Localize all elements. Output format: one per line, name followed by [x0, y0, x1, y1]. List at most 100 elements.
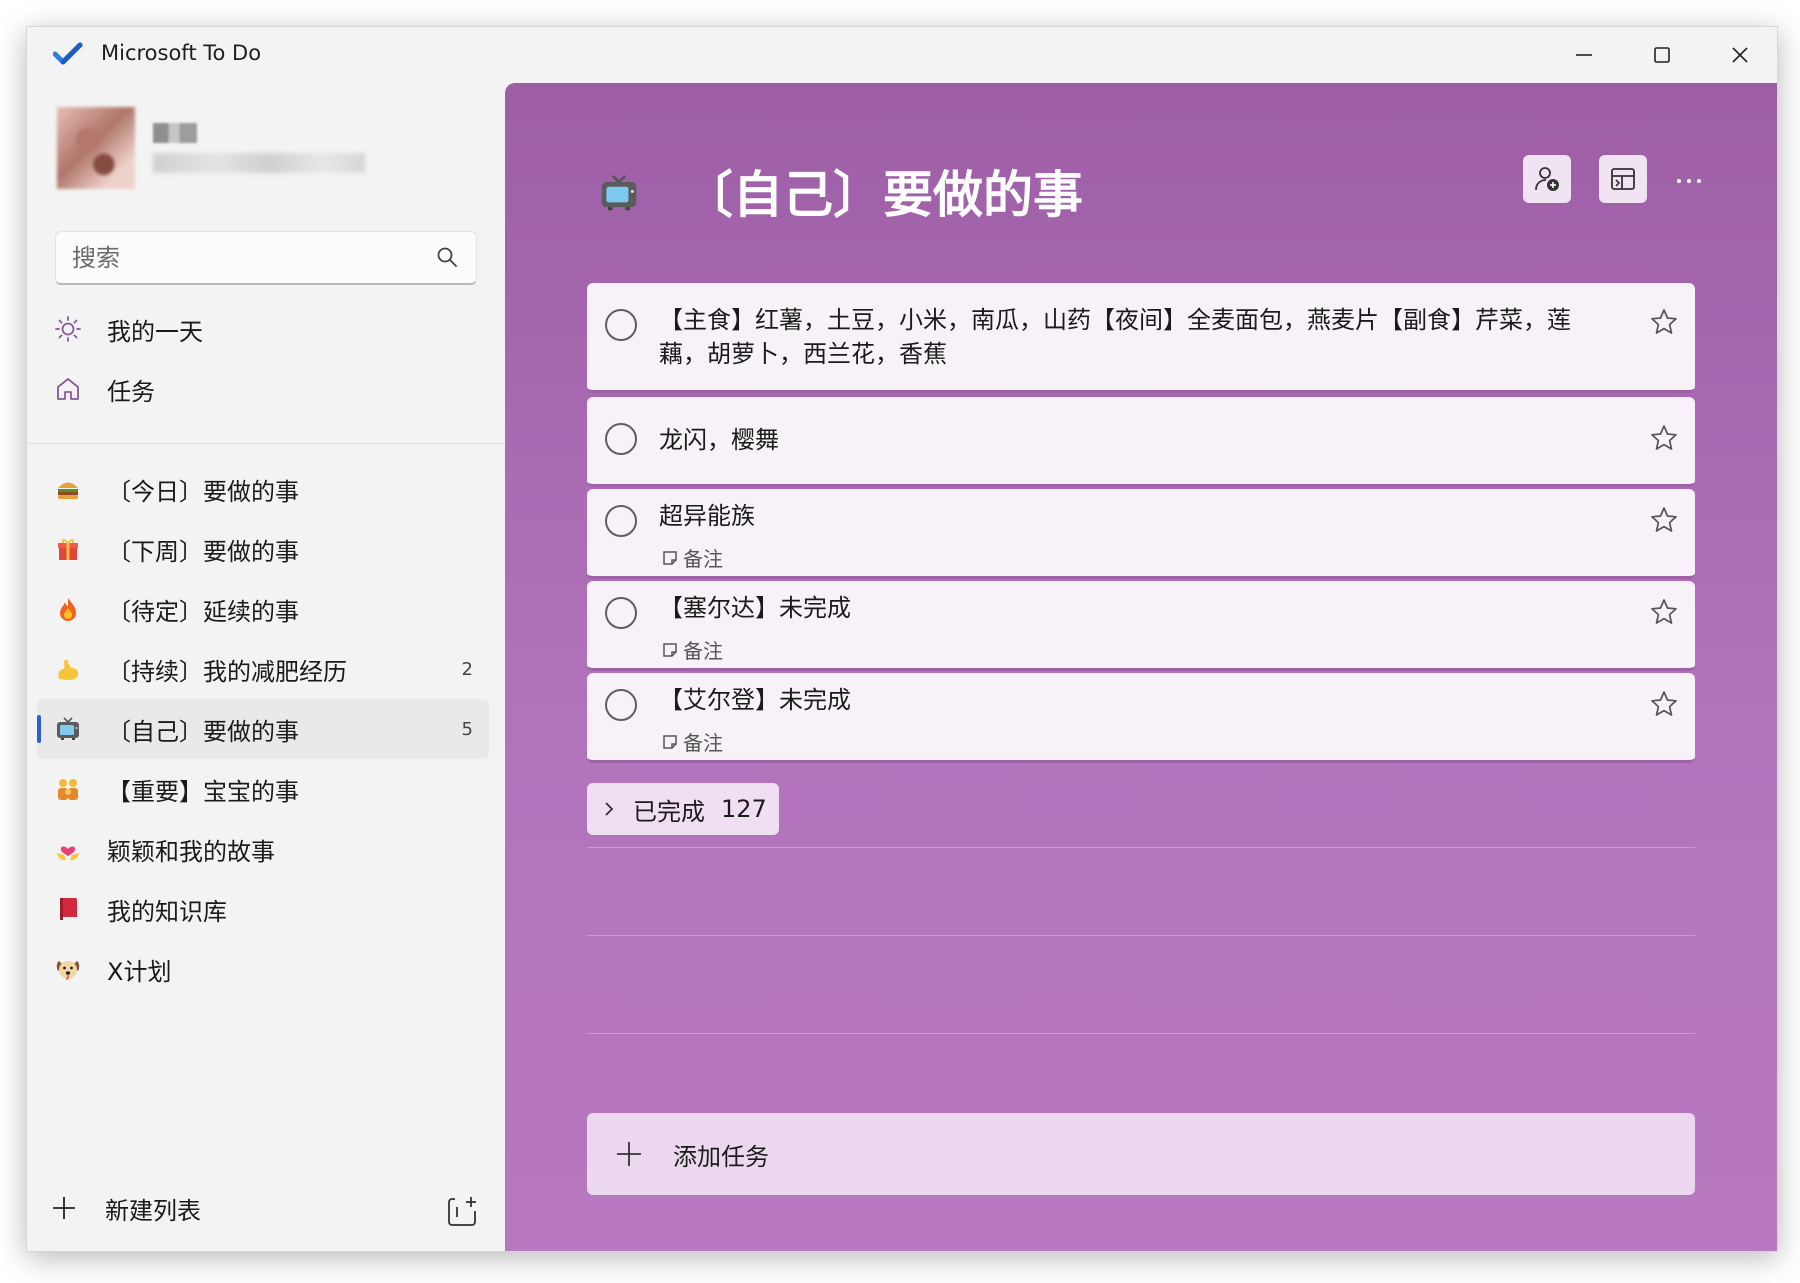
account-name-redacted	[153, 123, 197, 143]
completed-label: 已完成	[633, 797, 705, 826]
task-item[interactable]: 【艾尔登】未完成 备注	[587, 673, 1695, 763]
completed-count: 127	[721, 795, 767, 823]
task-title[interactable]: 【主食】红薯，土豆，小米，南瓜，山药【夜间】全麦面包，燕麦片【副食】芹菜，莲藕，…	[659, 303, 1585, 371]
complete-task-checkbox[interactable]	[605, 505, 637, 537]
close-icon	[1732, 47, 1748, 63]
close-button[interactable]	[1701, 27, 1777, 83]
star-icon[interactable]	[1649, 505, 1679, 535]
sidebar-item-label: 〔待定〕延续的事	[107, 597, 299, 626]
page-title[interactable]: 〔自己〕要做的事	[683, 155, 1083, 227]
flexed-biceps-icon	[53, 654, 83, 684]
television-icon	[601, 174, 637, 211]
view-layout-button[interactable]	[1599, 155, 1647, 203]
sidebar-item-label: 颖颖和我的故事	[107, 837, 275, 866]
sidebar-item-list[interactable]: 〔持续〕我的减肥经历 2	[37, 639, 489, 699]
star-icon[interactable]	[1649, 307, 1679, 337]
search-box[interactable]	[55, 231, 477, 285]
new-list-label: 新建列表	[105, 1196, 201, 1225]
heart-hands-icon	[53, 834, 83, 864]
gift-icon	[53, 534, 83, 564]
star-icon[interactable]	[1649, 689, 1679, 719]
task-count-badge: 2	[461, 658, 473, 680]
sidebar-item-list[interactable]: 〔今日〕要做的事	[37, 459, 489, 519]
note-icon	[663, 642, 677, 657]
note-icon	[663, 734, 677, 749]
sidebar-item-label: 〔下周〕要做的事	[107, 537, 299, 566]
more-options-button[interactable]	[1665, 161, 1713, 201]
sidebar: 我的一天 任务 〔今日〕要做的事	[27, 83, 505, 1251]
sidebar-item-list[interactable]: 我的知识库	[37, 879, 489, 939]
search-icon[interactable]	[436, 246, 458, 268]
sidebar-item-list[interactable]: 〔待定〕延续的事	[37, 579, 489, 639]
minimize-icon	[1576, 54, 1592, 56]
share-person-add-icon	[1535, 167, 1559, 191]
task-item[interactable]: 龙闪，樱舞	[587, 397, 1695, 487]
sidebar-item-tasks[interactable]: 任务	[37, 359, 489, 419]
plus-icon	[617, 1142, 641, 1166]
sidebar-item-label: 我的一天	[107, 317, 203, 346]
task-item[interactable]: 超异能族 备注	[587, 489, 1695, 579]
sidebar-divider	[27, 443, 505, 444]
account-email-redacted	[153, 153, 365, 173]
home-icon	[53, 374, 83, 404]
chevron-right-icon	[605, 802, 614, 816]
dog-face-icon	[53, 954, 83, 984]
add-task-label: 添加任务	[673, 1142, 769, 1171]
maximize-icon	[1654, 47, 1670, 63]
task-item[interactable]: 【主食】红薯，土豆，小米，南瓜，山药【夜间】全麦面包，燕麦片【副食】芹菜，莲藕，…	[587, 283, 1695, 393]
sidebar-item-list[interactable]: X计划	[37, 939, 489, 999]
todo-check-icon	[53, 42, 83, 65]
sun-icon	[53, 314, 83, 344]
avatar	[57, 107, 135, 189]
minimize-button[interactable]	[1545, 27, 1623, 83]
task-note-indicator: 备注	[661, 543, 723, 572]
layout-icon	[1611, 168, 1635, 190]
family-icon	[53, 774, 83, 804]
account-profile[interactable]	[41, 107, 381, 193]
maximize-button[interactable]	[1623, 27, 1701, 83]
sidebar-item-list-active[interactable]: 〔自己〕要做的事 5	[37, 699, 489, 759]
red-book-icon	[53, 894, 83, 924]
app-window: Microsoft To Do 搜索 我的一天 任务 〔今日〕要做的事 〔下周〕…	[26, 26, 1778, 1252]
completed-tasks-toggle[interactable]: 已完成 127	[587, 783, 779, 835]
new-group-icon[interactable]	[445, 1195, 479, 1229]
task-note-label: 备注	[683, 547, 723, 571]
task-item[interactable]: 【塞尔达】未完成 备注	[587, 581, 1695, 671]
task-title[interactable]: 龙闪，樱舞	[659, 423, 1585, 457]
task-title[interactable]: 【塞尔达】未完成	[659, 591, 1585, 625]
task-note-label: 备注	[683, 639, 723, 663]
share-list-button[interactable]	[1523, 155, 1571, 203]
window-title: Microsoft To Do	[101, 41, 262, 65]
complete-task-checkbox[interactable]	[605, 689, 637, 721]
task-list-panel: 〔自己〕要做的事 【主食】红薯，土豆，小米，南瓜，山药【夜间】全麦面包，燕麦片【…	[505, 83, 1777, 1251]
task-note-label: 备注	[683, 731, 723, 755]
task-title[interactable]: 【艾尔登】未完成	[659, 683, 1585, 717]
sidebar-item-list[interactable]: 【重要】宝宝的事	[37, 759, 489, 819]
task-note-indicator: 备注	[661, 727, 723, 756]
sidebar-item-list[interactable]: 颖颖和我的故事	[37, 819, 489, 879]
sidebar-item-label: 任务	[107, 377, 155, 406]
sidebar-item-label: 【重要】宝宝的事	[107, 777, 299, 806]
more-horizontal-icon	[1677, 179, 1701, 183]
complete-task-checkbox[interactable]	[605, 597, 637, 629]
task-title[interactable]: 超异能族	[659, 499, 1585, 533]
list-divider	[587, 1033, 1695, 1034]
hamburger-icon	[53, 474, 83, 504]
add-task-input[interactable]: 添加任务	[587, 1113, 1695, 1195]
new-list-button[interactable]: 新建列表	[39, 1179, 409, 1237]
search-input[interactable]	[56, 232, 416, 284]
sidebar-item-label: 〔今日〕要做的事	[107, 477, 299, 506]
complete-task-checkbox[interactable]	[605, 423, 637, 455]
star-icon[interactable]	[1649, 597, 1679, 627]
sidebar-item-label: X计划	[107, 957, 172, 986]
sidebar-item-my-day[interactable]: 我的一天	[37, 299, 489, 359]
list-divider	[587, 935, 1695, 936]
complete-task-checkbox[interactable]	[605, 309, 637, 341]
fire-icon	[53, 594, 83, 624]
task-note-indicator: 备注	[661, 635, 723, 664]
television-icon	[53, 714, 83, 744]
sidebar-item-label: 我的知识库	[107, 897, 227, 926]
task-count-badge: 5	[461, 718, 473, 740]
star-icon[interactable]	[1649, 423, 1679, 453]
sidebar-item-list[interactable]: 〔下周〕要做的事	[37, 519, 489, 579]
